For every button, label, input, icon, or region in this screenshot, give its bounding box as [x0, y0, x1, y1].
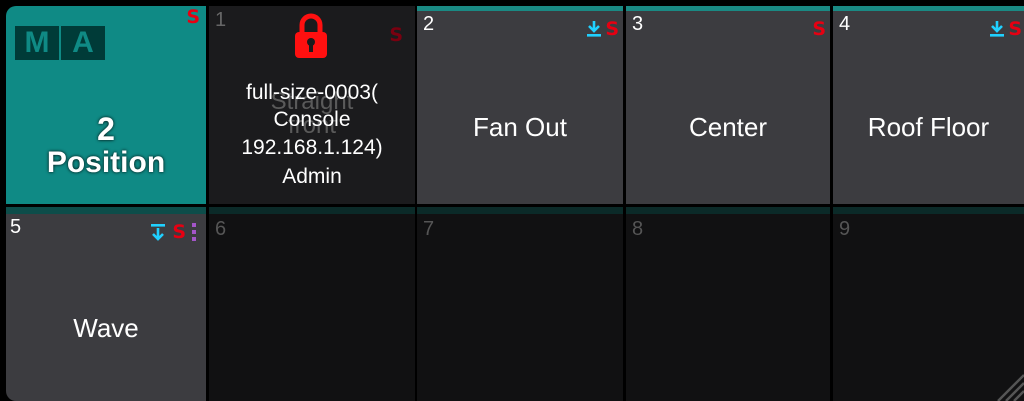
download-icon — [990, 21, 1005, 37]
preset-number: 3 — [632, 13, 644, 35]
pool-name: Position — [46, 146, 166, 179]
purple-dots-icon — [192, 223, 196, 241]
preset-s-badge: S — [1008, 18, 1022, 40]
preset-tile-4[interactable]: 4 S Roof Floor — [833, 6, 1024, 204]
preset-badges: S — [989, 18, 1022, 40]
resize-handle-icon[interactable] — [992, 369, 1024, 401]
pool-number: 2 — [97, 111, 115, 147]
lock-info-line-4: Admin — [282, 165, 342, 188]
preset-badges: S — [586, 18, 619, 40]
slot-number: 9 — [839, 218, 851, 240]
download-icon — [587, 21, 602, 37]
preset-tile-1-locked[interactable]: 1 S Straight front full-size-0003( Conso… — [209, 6, 415, 204]
preset-label: Roof Floor — [867, 112, 990, 142]
empty-slot-9[interactable]: 9 — [833, 207, 1024, 401]
preset-badges: S — [150, 221, 196, 243]
preset-s-badge: S — [605, 18, 619, 40]
preset-tile-3[interactable]: 3 S Center — [626, 6, 830, 204]
slot-top-bar — [626, 207, 830, 214]
pool-header-tile[interactable]: M A S 2 Position — [6, 6, 206, 204]
ma-logo: M A — [15, 26, 105, 60]
preset-label: Wave — [73, 313, 139, 343]
preset-number: 2 — [423, 13, 435, 35]
preset-badges: S — [812, 18, 826, 40]
preset-label: Center — [688, 112, 768, 142]
lock-info-line-2: Console — [273, 108, 351, 131]
header-s-badge: S — [186, 6, 200, 28]
ma-logo-right: A — [61, 26, 105, 60]
empty-slot-6[interactable]: 6 — [209, 207, 415, 401]
preset-s-badge: S — [812, 18, 826, 40]
preset-number: 4 — [839, 13, 851, 35]
preset-tile-2[interactable]: 2 S Fan Out — [417, 6, 623, 204]
preset-pool-window: M A S 2 Position 1 S Straight front full… — [0, 0, 1024, 401]
preset-s-badge: S — [172, 221, 186, 243]
preset-tile-5[interactable]: 5 S Wave — [6, 207, 206, 401]
empty-slot-8[interactable]: 8 — [626, 207, 830, 401]
preset-active-bar — [626, 6, 830, 11]
lock-info: full-size-0003( Console 192.168.1.124) A… — [209, 78, 415, 190]
slot-number: 7 — [423, 218, 435, 240]
empty-slot-7[interactable]: 7 — [417, 207, 623, 401]
ma-logo-left: M — [15, 26, 59, 60]
lock-icon — [293, 11, 329, 59]
slot-number: 8 — [632, 218, 644, 240]
preset-number: 5 — [10, 216, 22, 238]
slot-top-bar — [209, 207, 415, 214]
lock-info-line-1: full-size-0003( — [246, 81, 378, 104]
preset-number: 1 — [215, 9, 227, 31]
download-to-icon — [151, 224, 166, 241]
preset-label: Fan Out — [473, 112, 567, 142]
preset-active-bar — [6, 207, 206, 214]
lock-info-line-3: 192.168.1.124) — [241, 136, 383, 159]
preset-active-bar — [417, 6, 623, 11]
slot-top-bar — [833, 207, 1024, 214]
slot-number: 6 — [215, 218, 227, 240]
preset-active-bar — [833, 6, 1024, 11]
preset-s-badge: S — [389, 24, 403, 46]
slot-top-bar — [417, 207, 623, 214]
